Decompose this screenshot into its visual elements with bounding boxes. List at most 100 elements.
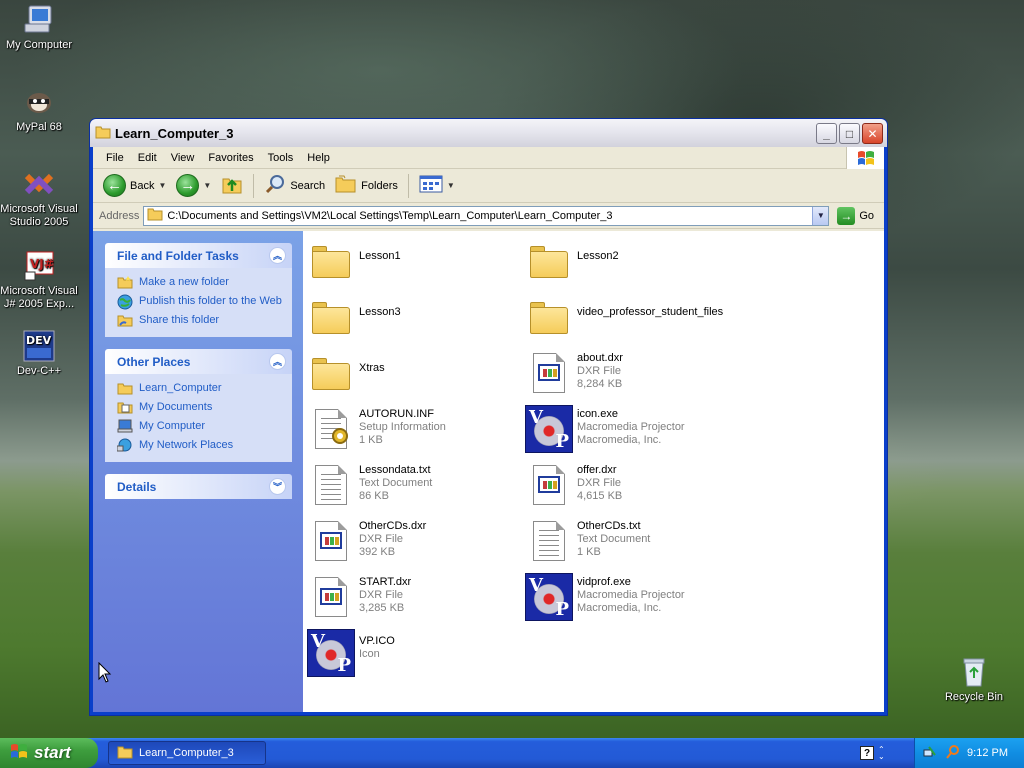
up-folder-icon <box>221 173 243 198</box>
file-name: Lessondata.txt <box>359 464 431 476</box>
menu-edit[interactable]: Edit <box>131 152 164 164</box>
forward-button[interactable]: → ▼ <box>172 172 215 199</box>
file-item[interactable]: Xtras <box>307 349 517 397</box>
file-item[interactable]: VP vidprof.exe Macromedia Projector Macr… <box>525 573 735 621</box>
collapse-chevron-icon[interactable]: ︽ <box>269 247 286 264</box>
desktop-icon-visual-studio[interactable]: Microsoft Visual Studio 2005 <box>0 168 79 229</box>
vp-icon-file-icon: VP <box>307 629 355 677</box>
search-label: Search <box>290 179 326 192</box>
start-button[interactable]: start <box>0 738 98 768</box>
file-type: Macromedia Projector <box>577 421 685 433</box>
folder-icon <box>307 293 355 341</box>
desktop-icon-label: My Computer <box>5 39 73 51</box>
minimize-button[interactable]: _ <box>816 123 837 144</box>
taskbar-window-label: Learn_Computer_3 <box>139 747 234 759</box>
file-item[interactable]: VP VP.ICO Icon <box>307 629 517 677</box>
folder-icon <box>95 125 111 142</box>
file-name: Xtras <box>359 362 385 374</box>
desktop-icon-my-computer[interactable]: My Computer <box>0 4 79 52</box>
toolbar-separator <box>253 173 255 198</box>
chevron-down-icon[interactable]: ▼ <box>158 181 166 190</box>
system-tray: 9:12 PM <box>914 738 1024 768</box>
menu-tools[interactable]: Tools <box>261 152 301 164</box>
place-my-computer[interactable]: My Computer <box>117 419 284 433</box>
folder-icon <box>117 745 133 762</box>
chevron-down-icon[interactable]: ▼ <box>203 181 211 190</box>
expand-chevron-icon[interactable]: ︾ <box>269 478 286 495</box>
desktop-icon-mypal[interactable]: MyPal 68 <box>0 86 79 134</box>
chevron-down-icon[interactable]: ▼ <box>447 181 455 190</box>
file-name: about.dxr <box>577 352 623 364</box>
place-my-network-places[interactable]: My Network Places <box>116 438 284 452</box>
dxr-file-icon <box>307 573 355 621</box>
place-label: Learn_Computer <box>139 382 222 394</box>
other-places-header[interactable]: Other Places ︽ <box>105 349 292 374</box>
clock[interactable]: 9:12 PM <box>967 747 1008 759</box>
network-tray-icon[interactable] <box>923 744 939 763</box>
details-header[interactable]: Details ︾ <box>105 474 292 499</box>
file-item[interactable]: OtherCDs.txt Text Document 1 KB <box>525 517 735 565</box>
place-label: My Documents <box>139 401 213 413</box>
file-name: OtherCDs.dxr <box>359 520 427 532</box>
close-button[interactable]: ✕ <box>862 123 883 144</box>
file-folder-tasks-header[interactable]: File and Folder Tasks ︽ <box>105 243 292 268</box>
file-item[interactable]: offer.dxr DXR File 4,615 KB <box>525 461 735 509</box>
title-bar[interactable]: Learn_Computer_3 _ □ ✕ <box>90 119 887 147</box>
file-item[interactable]: about.dxr DXR File 8,284 KB <box>525 349 735 397</box>
up-folder-button[interactable] <box>217 171 247 200</box>
file-item[interactable]: Lesson1 <box>307 237 517 285</box>
file-item[interactable]: OtherCDs.dxr DXR File 392 KB <box>307 517 517 565</box>
menu-favorites[interactable]: Favorites <box>201 152 260 164</box>
address-dropdown-button[interactable]: ▼ <box>812 206 829 225</box>
search-button[interactable]: Search <box>260 171 329 200</box>
maximize-button[interactable]: □ <box>839 123 860 144</box>
go-arrow-icon: → <box>837 206 856 225</box>
desktop-icon-recycle-bin[interactable]: Recycle Bin <box>934 656 1014 704</box>
views-button[interactable]: ▼ <box>415 173 459 198</box>
restore-arrows-icon[interactable]: ⌃ ⌄ <box>878 746 885 761</box>
address-input[interactable]: C:\Documents and Settings\VM2\Local Sett… <box>143 205 830 226</box>
file-size: 4,615 KB <box>577 490 623 502</box>
menu-view[interactable]: View <box>164 152 202 164</box>
desktop-icon-dev-cpp[interactable]: DEV Dev-C++ <box>0 330 79 378</box>
task-label: Publish this folder to the Web <box>139 295 282 307</box>
menu-help[interactable]: Help <box>300 152 337 164</box>
desktop-icon-label: MyPal 68 <box>16 121 62 133</box>
file-item[interactable]: Lesson3 <box>307 293 517 341</box>
file-item[interactable]: video_professor_student_files <box>525 293 865 341</box>
file-type: Macromedia Projector <box>577 589 685 601</box>
file-type: Text Document <box>359 477 433 489</box>
search-tray-icon[interactable] <box>945 744 961 763</box>
desktop-icon-visual-jsharp[interactable]: VJ# Microsoft Visual J# 2005 Exp... <box>0 250 79 311</box>
file-item[interactable]: VP icon.exe Macromedia Projector Macrome… <box>525 405 735 453</box>
place-learn-computer[interactable]: Learn_Computer <box>117 382 284 395</box>
folders-button[interactable]: Folders <box>331 172 402 199</box>
recycle-bin-icon <box>958 656 990 688</box>
file-item[interactable]: START.dxr DXR File 3,285 KB <box>307 573 517 621</box>
task-publish-to-web[interactable]: Publish this folder to the Web <box>117 294 284 310</box>
place-label: My Computer <box>139 420 206 432</box>
file-item[interactable]: Lessondata.txt Text Document 86 KB <box>307 461 517 509</box>
task-label: Share this folder <box>139 314 220 326</box>
file-name: VP.ICO <box>359 635 395 647</box>
setup-info-icon <box>307 405 355 453</box>
language-bar[interactable]: ? ⌃ ⌄ <box>860 744 896 762</box>
file-item[interactable]: AUTORUN.INF Setup Information 1 KB <box>307 405 517 453</box>
back-button[interactable]: ← Back ▼ <box>99 172 170 199</box>
menu-file[interactable]: File <box>99 152 131 164</box>
task-share-folder[interactable]: Share this folder <box>117 314 284 327</box>
file-list: Lesson1 Lesson2 Lesson3 video_professor_… <box>303 231 884 712</box>
svg-text:VJ#: VJ# <box>30 257 54 271</box>
text-document-icon <box>307 461 355 509</box>
task-make-new-folder[interactable]: Make a new folder <box>117 276 284 289</box>
taskbar-window-button[interactable]: Learn_Computer_3 <box>108 741 266 765</box>
place-my-documents[interactable]: My Documents <box>117 401 284 414</box>
explorer-window: Learn_Computer_3 _ □ ✕ File Edit View Fa… <box>89 118 888 716</box>
go-button[interactable]: → Go <box>833 206 878 225</box>
help-icon[interactable]: ? <box>860 746 874 760</box>
file-item[interactable]: Lesson2 <box>525 237 735 285</box>
folder-icon <box>307 349 355 397</box>
macromedia-projector-icon: VP <box>525 405 573 453</box>
panel-title: Other Places <box>117 354 191 369</box>
collapse-chevron-icon[interactable]: ︽ <box>269 353 286 370</box>
